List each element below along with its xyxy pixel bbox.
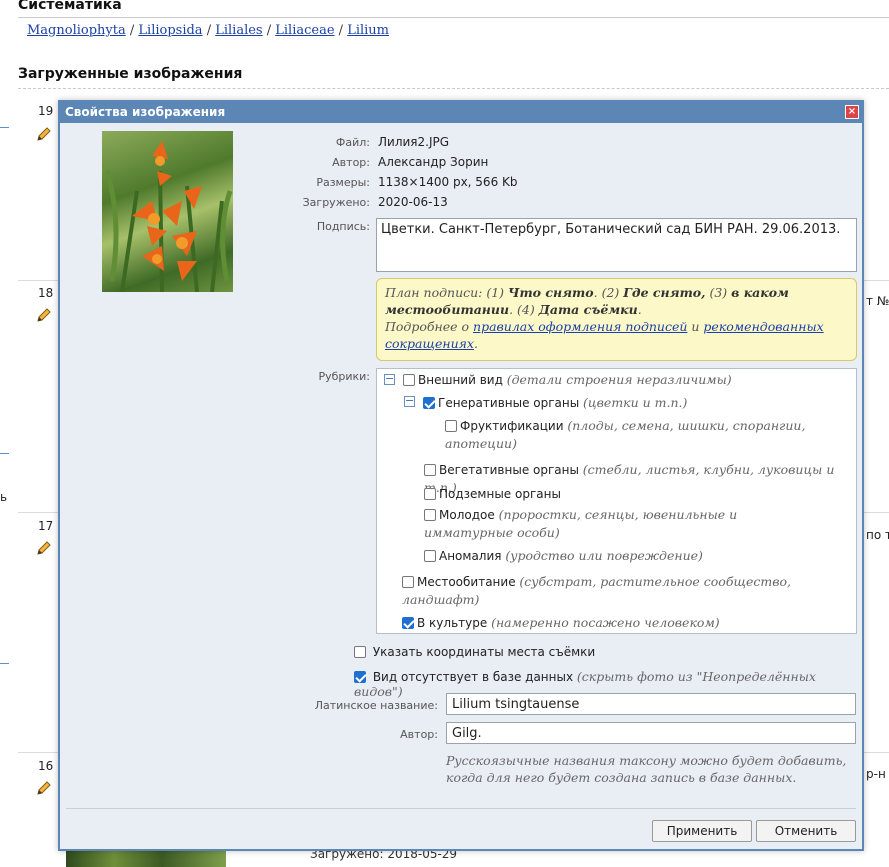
rubric-cultivated[interactable]: В культуре (намеренно посажено человеком… [402,614,852,632]
collapse-icon[interactable]: − [404,395,415,407]
left-edge-mark [0,663,9,664]
caption-label: Подпись: [316,220,370,233]
breadcrumb-link[interactable]: Liliales [215,23,262,38]
apply-button[interactable]: Применить [652,820,752,842]
author-label: Автор: [332,156,370,169]
row-number: 18 [38,286,54,300]
close-icon[interactable]: × [845,105,859,119]
dialog-title: Свойства изображения [65,105,226,119]
row-number: 16 [38,759,54,773]
image-properties-dialog: Свойства изображения × Файл: Лилия2.JPG … [58,100,864,851]
rubrics-tree: − Внешний вид (детали строения неразличи… [376,368,857,634]
left-edge-mark [0,127,9,128]
russian-names-note: Русскоязычные названия таксону можно буд… [446,753,847,785]
taxon-author-input[interactable]: Gilg. [446,722,856,744]
size-value: 1138×1400 px, 566 Kb [378,175,518,189]
checkbox[interactable] [354,671,366,683]
edit-pencil-icon[interactable] [35,539,53,557]
checkbox[interactable] [402,617,414,629]
uploaded-value: 2020-06-13 [378,195,448,209]
rubric-fructification[interactable]: Фруктификации (плоды, семена, шишки, спо… [445,417,845,453]
checkbox[interactable] [402,576,414,588]
file-label: Файл: [335,136,370,149]
row-number: 17 [38,519,54,533]
row-text-snippet: по т [866,528,889,542]
cancel-button[interactable]: Отменить [756,820,856,842]
size-label: Размеры: [316,176,370,189]
checkbox[interactable] [403,374,415,386]
row-text-snippet: т № [866,294,889,308]
file-value: Лилия2.JPG [378,135,450,149]
edit-pencil-icon[interactable] [35,125,53,143]
edit-pencil-icon[interactable] [35,779,53,797]
checkbox[interactable] [424,509,436,521]
latin-name-label: Латинское название: [314,699,438,712]
checkbox[interactable] [424,550,436,562]
breadcrumb-link[interactable]: Liliaceae [275,23,334,38]
checkbox[interactable] [424,488,436,500]
row-text-snippet: р-н [866,767,886,781]
author-value: Александр Зорин [378,155,489,169]
coordinates-option[interactable]: Указать координаты места съёмки [354,645,595,659]
rubric-generative[interactable]: Генеративные органы (цветки и т.п.) [423,394,853,412]
collapse-icon[interactable]: − [384,373,395,385]
section-divider [18,17,889,18]
breadcrumb-link[interactable]: Magnoliophyta [27,23,126,38]
taxon-author-label: Автор: [400,728,438,741]
rubric-young[interactable]: Молодое (проростки, сеянцы, ювенильные и… [424,506,824,542]
rubric-underground[interactable]: Подземные органы [424,485,854,503]
dialog-titlebar[interactable]: Свойства изображения × [60,102,862,123]
breadcrumb-link[interactable]: Liliopsida [138,23,202,38]
rubrics-label: Рубрики: [318,370,370,383]
rubric-anomaly[interactable]: Аномалия (уродство или повреждение) [424,547,854,565]
uploaded-images-title: Загруженные изображения [18,66,243,82]
dialog-footer-divider [66,808,856,809]
caption-hint: План подписи: (1) Что снято. (2) Где сня… [376,278,857,361]
caption-textarea[interactable]: Цветки. Санкт-Петербург, Ботанический са… [376,218,857,272]
section-title: Систематика [18,0,122,13]
breadcrumb: Magnoliophyta / Liliopsida / Liliales / … [27,23,390,38]
section-divider [18,88,889,89]
checkbox[interactable] [445,420,457,432]
left-edge-mark [0,453,9,454]
checkbox[interactable] [424,464,436,476]
row-number: 19 [38,104,54,118]
breadcrumb-link[interactable]: Lilium [347,23,389,38]
caption-rules-link[interactable]: правилах оформления подписей [473,319,687,334]
checkbox[interactable] [354,646,366,658]
rubric-habitat[interactable]: Местообитание (субстрат, растительное со… [402,573,822,609]
rubric-appearance[interactable]: Внешний вид (детали строения неразличимы… [403,371,853,389]
checkbox[interactable] [423,397,435,409]
latin-name-input[interactable]: Lilium tsingtauense [446,693,856,715]
edit-pencil-icon[interactable] [35,306,53,324]
left-snippet: ь [0,490,8,504]
uploaded-label: Загружено: [302,196,370,209]
